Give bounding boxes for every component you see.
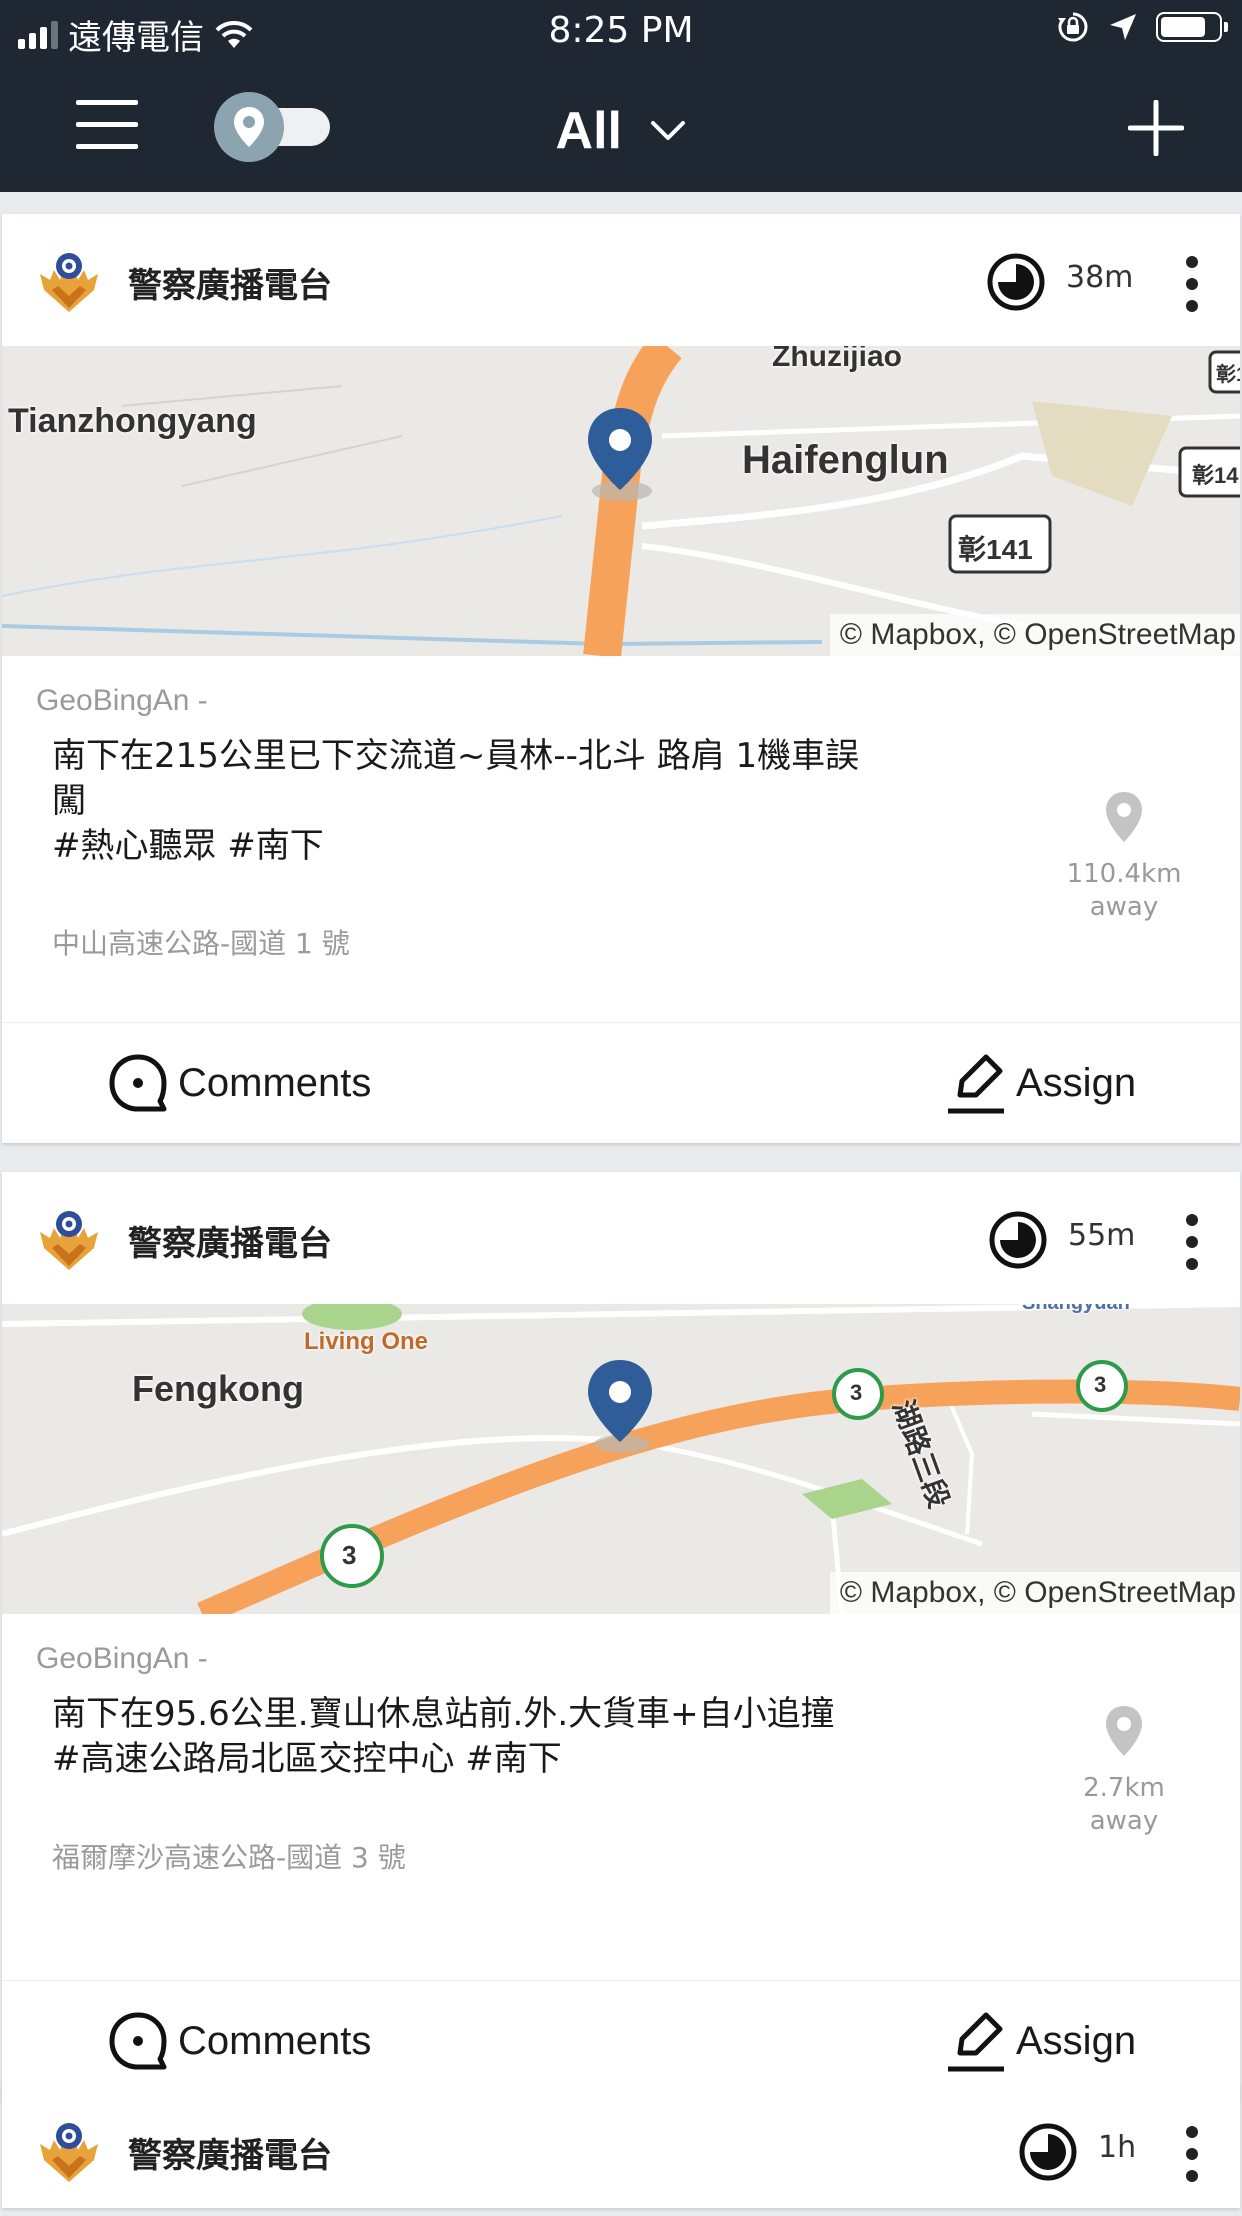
comments-button[interactable]: Comments bbox=[106, 2009, 371, 2073]
top-nav-bar: All bbox=[0, 62, 1242, 192]
post-age: 38m bbox=[1066, 260, 1134, 295]
distance-value: 110.4km bbox=[1066, 859, 1182, 889]
map-label-town: Fengkong bbox=[132, 1368, 304, 1409]
comments-button[interactable]: Comments bbox=[106, 1051, 371, 1115]
feed-filter-dropdown[interactable]: All bbox=[0, 98, 1242, 161]
card-header: 警察廣播電台 38m bbox=[2, 214, 1240, 346]
rotation-lock-icon bbox=[1058, 12, 1088, 42]
assign-label: Assign bbox=[1016, 1060, 1137, 1105]
card-body: GeoBingAn - 南下在95.6公里.寶山休息站前.外.大貨車+自小追撞 … bbox=[2, 1614, 1240, 1981]
clock-icon bbox=[1019, 2123, 1077, 2181]
map-preview[interactable]: Living One Fengkong Shangyuan 湖路三段 3 3 3… bbox=[2, 1304, 1240, 1614]
distance-value: 2.7km bbox=[1083, 1773, 1165, 1803]
police-radio-logo-icon bbox=[40, 2123, 98, 2182]
battery-icon bbox=[1156, 12, 1228, 42]
comment-bubble-icon bbox=[109, 1054, 167, 1112]
card-actions: Comments Assign bbox=[2, 1981, 1240, 2101]
pencil-icon bbox=[948, 2012, 1004, 2072]
post-source: GeoBingAn - bbox=[36, 684, 208, 717]
post-age: 1h bbox=[1098, 2130, 1137, 2165]
comments-label: Comments bbox=[178, 1060, 372, 1105]
feed-card: 警察廣播電台 38m Zhuzijiao Tianzhongyang Haife… bbox=[2, 214, 1240, 1143]
highway-shield-number: 3 bbox=[342, 1540, 357, 1570]
pencil-icon bbox=[948, 1054, 1004, 1114]
author-name: 警察廣播電台 bbox=[128, 2136, 332, 2176]
clock-icon bbox=[987, 253, 1045, 311]
distance-info: 110.4km away bbox=[1056, 790, 1192, 924]
police-radio-logo-icon bbox=[40, 253, 98, 312]
map-label-town: Shangyuan bbox=[1022, 1304, 1130, 1315]
post-source: GeoBingAn - bbox=[36, 1642, 208, 1675]
filter-label: All bbox=[555, 102, 622, 161]
author-name: 警察廣播電台 bbox=[128, 266, 332, 306]
clock-icon bbox=[989, 1211, 1047, 1269]
more-options-icon[interactable] bbox=[1180, 2124, 1204, 2184]
map-graphic bbox=[2, 346, 1240, 656]
road-shield-label: 彰141 bbox=[958, 534, 1033, 565]
highway-shield-number: 3 bbox=[850, 1380, 863, 1405]
location-arrow-icon bbox=[1110, 14, 1136, 40]
highway-shield-number: 3 bbox=[1094, 1372, 1107, 1397]
location-pin-icon bbox=[1106, 792, 1142, 842]
distance-suffix: away bbox=[1089, 1806, 1159, 1836]
post-message: 南下在215公里已下交流道~員林--北斗 路肩 1機車誤 闖 #熱心聽眾 #南下 bbox=[52, 736, 860, 866]
map-attribution: © Mapbox, © OpenStreetMap bbox=[829, 614, 1240, 656]
assign-label: Assign bbox=[1016, 2018, 1137, 2063]
card-header: 警察廣播電台 1h bbox=[2, 2084, 1240, 2216]
police-radio-logo-icon bbox=[40, 1211, 98, 1270]
distance-info: 2.7km away bbox=[1056, 1704, 1192, 1838]
assign-button[interactable]: Assign bbox=[944, 1051, 1136, 1115]
post-age: 55m bbox=[1068, 1218, 1136, 1253]
chevron-down-icon bbox=[651, 121, 686, 141]
distance-suffix: away bbox=[1089, 892, 1159, 922]
comment-bubble-icon bbox=[109, 2012, 167, 2070]
map-attribution: © Mapbox, © OpenStreetMap bbox=[829, 1572, 1240, 1614]
map-label-town: Tianzhongyang bbox=[8, 402, 257, 440]
card-body: GeoBingAn - 南下在215公里已下交流道~員林--北斗 路肩 1機車誤… bbox=[2, 656, 1240, 1023]
location-pin-icon bbox=[1106, 1706, 1142, 1756]
feed-card: 警察廣播電台 1h bbox=[2, 2084, 1240, 2208]
author-name: 警察廣播電台 bbox=[128, 1224, 332, 1264]
map-preview[interactable]: Zhuzijiao Tianzhongyang Haifenglun 彰1 彰1… bbox=[2, 346, 1240, 656]
plus-icon[interactable] bbox=[1128, 100, 1184, 156]
road-name: 福爾摩沙高速公路-國道 3 號 bbox=[52, 1841, 406, 1874]
map-graphic bbox=[2, 1304, 1240, 1614]
post-message: 南下在95.6公里.寶山休息站前.外.大貨車+自小追撞 #高速公路局北區交控中心… bbox=[52, 1694, 835, 1779]
map-label-town: Zhuzijiao bbox=[772, 346, 902, 373]
card-actions: Comments Assign bbox=[2, 1023, 1240, 1143]
road-name: 中山高速公路-國道 1 號 bbox=[52, 927, 350, 960]
more-options-icon[interactable] bbox=[1180, 254, 1204, 314]
map-label-poi: Living One bbox=[304, 1328, 429, 1355]
assign-button[interactable]: Assign bbox=[944, 2009, 1136, 2073]
road-shield-label: 彰1 bbox=[1216, 364, 1240, 386]
status-bar: 遠傳電信 8:25 PM bbox=[0, 0, 1242, 62]
card-header: 警察廣播電台 55m bbox=[2, 1172, 1240, 1304]
road-shield-label: 彰14 bbox=[1192, 463, 1239, 488]
comments-label: Comments bbox=[178, 2018, 372, 2063]
more-options-icon[interactable] bbox=[1180, 1212, 1204, 1272]
feed-card: 警察廣播電台 55m Living One Fengkong 湖路三段 3 3 … bbox=[2, 1172, 1240, 2101]
map-label-town: Haifenglun bbox=[742, 438, 949, 482]
